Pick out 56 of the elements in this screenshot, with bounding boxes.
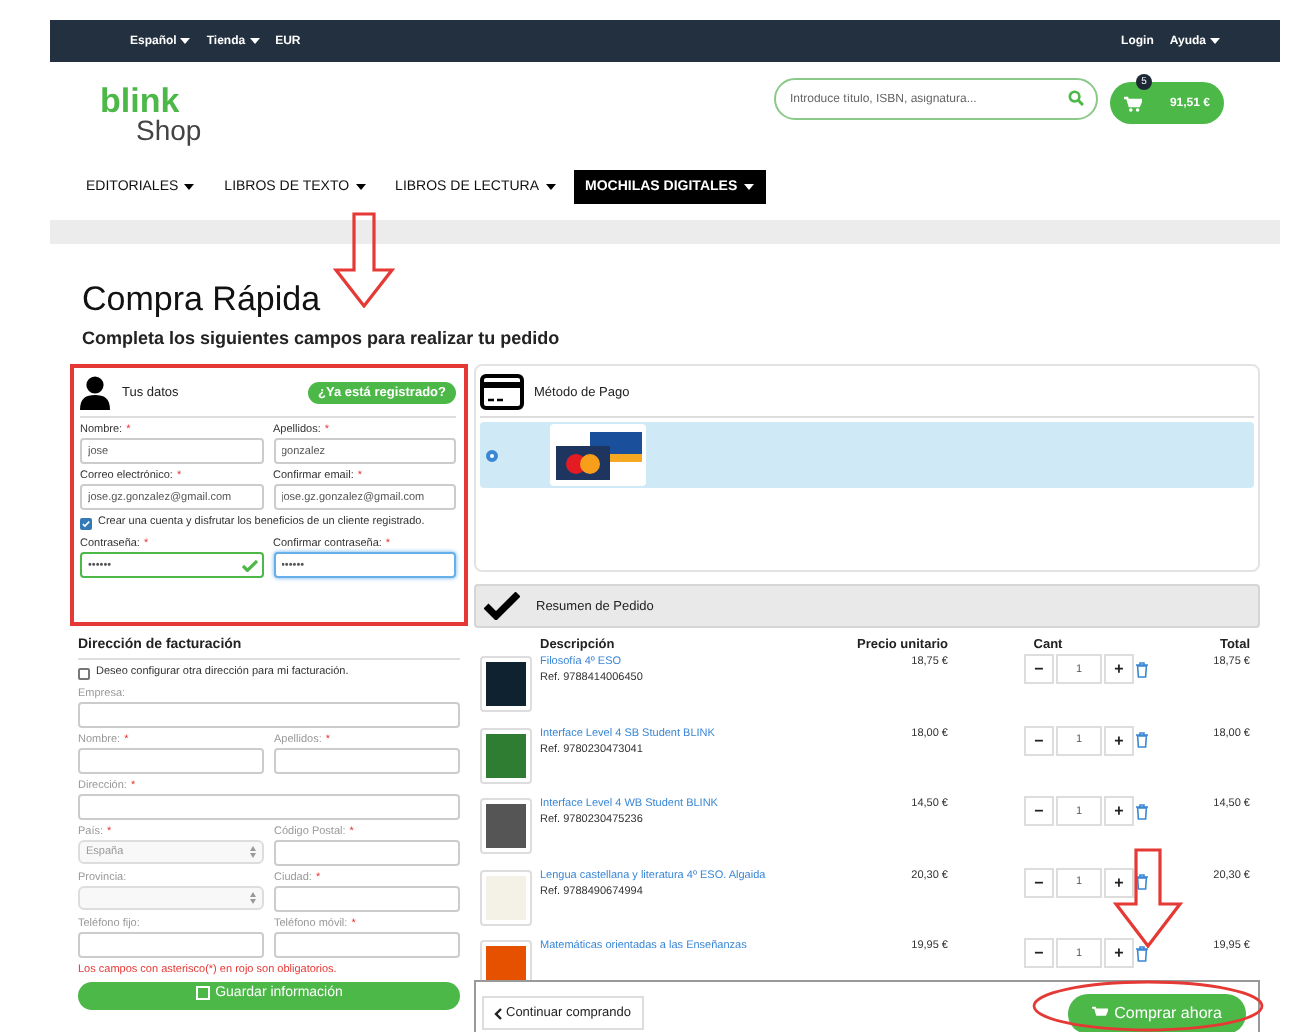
trash-icon[interactable] <box>1136 661 1148 677</box>
increase-button[interactable]: + <box>1104 938 1134 968</box>
search-icon[interactable] <box>1067 90 1084 106</box>
input-field[interactable] <box>78 794 460 820</box>
book-cover-placeholder <box>480 656 532 712</box>
select-arrows-icon <box>250 892 256 904</box>
decrease-button[interactable]: − <box>1024 938 1054 968</box>
increase-button[interactable]: + <box>1104 796 1134 826</box>
page-title: Compra Rápida <box>82 280 323 320</box>
input-field[interactable] <box>78 702 460 728</box>
trash-icon[interactable] <box>1136 945 1148 961</box>
credit-card-icon <box>480 374 524 410</box>
chevron-left-icon <box>494 1007 502 1019</box>
cart-icon <box>1092 1006 1109 1020</box>
input-field[interactable] <box>274 840 460 866</box>
input-field[interactable] <box>274 932 460 958</box>
input-field[interactable] <box>274 748 460 774</box>
book-cover-placeholder <box>480 869 532 925</box>
caret-icon <box>180 38 191 44</box>
book-cover-placeholder <box>480 727 532 783</box>
increase-button[interactable]: + <box>1104 867 1134 897</box>
annotation-arrow <box>1112 848 1184 948</box>
input-field[interactable] <box>78 932 264 958</box>
caret-icon <box>249 38 260 44</box>
caret-icon <box>1210 38 1220 44</box>
decrease-button[interactable]: − <box>1024 725 1054 755</box>
select-field[interactable] <box>78 886 264 910</box>
checkmark-icon <box>484 592 520 620</box>
decrease-button[interactable]: − <box>1024 867 1054 897</box>
checkbox[interactable] <box>78 668 90 680</box>
checkbox[interactable] <box>80 518 92 530</box>
increase-button[interactable]: + <box>1104 725 1134 755</box>
decrease-button[interactable]: − <box>1024 654 1054 684</box>
trash-icon[interactable] <box>1136 874 1148 890</box>
select-arrows-icon <box>250 846 256 858</box>
annotation-arrow <box>332 212 396 308</box>
logo-subtitle: Shop <box>134 116 202 146</box>
check-icon <box>241 559 257 571</box>
book-cover-placeholder <box>480 940 532 980</box>
caret-icon <box>184 184 195 190</box>
increase-button[interactable]: + <box>1104 654 1134 684</box>
caret-icon <box>545 184 556 190</box>
payment-option[interactable] <box>480 422 1254 488</box>
caret-icon <box>743 184 754 190</box>
card-logos-icon <box>550 424 646 486</box>
page-subtitle: Completa los siguientes campos para realizar tu pedido <box>82 328 562 348</box>
decrease-button[interactable]: − <box>1024 796 1054 826</box>
input-field[interactable] <box>274 886 460 912</box>
trash-icon[interactable] <box>1136 732 1148 748</box>
logo-text: blink <box>98 86 180 116</box>
input-field[interactable] <box>78 748 264 774</box>
caret-icon <box>355 184 366 190</box>
user-icon <box>80 376 110 410</box>
trash-icon[interactable] <box>1136 803 1148 819</box>
book-cover-placeholder <box>480 798 532 854</box>
cart-icon <box>1123 95 1142 111</box>
